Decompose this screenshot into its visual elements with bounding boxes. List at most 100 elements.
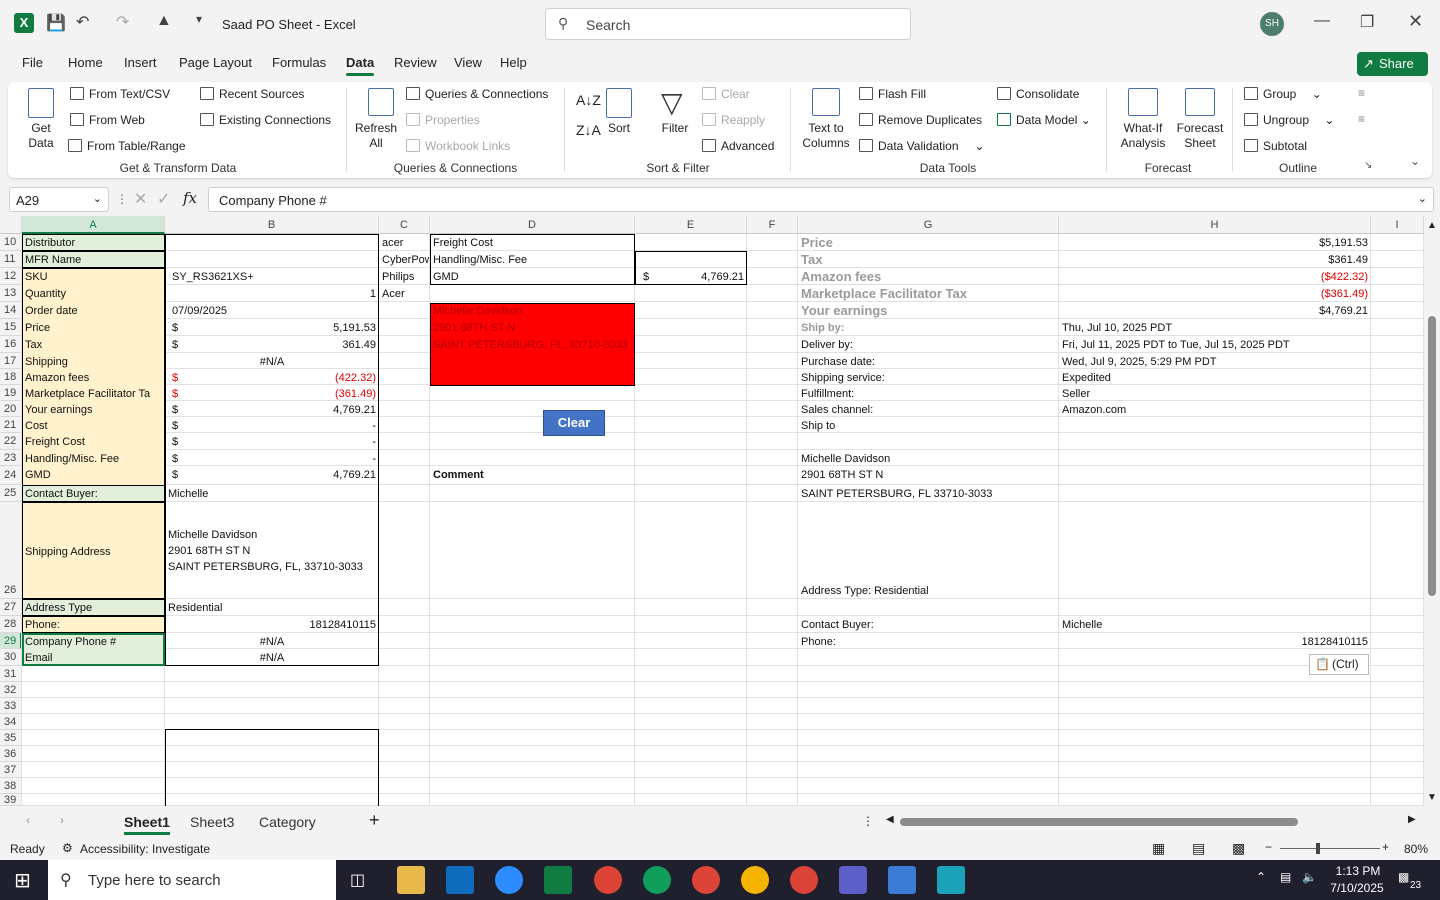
name-box[interactable]: A29 ⌄ (9, 187, 109, 212)
row-header[interactable]: 24 (0, 466, 22, 485)
scroll-down-icon[interactable]: ▼ (1427, 792, 1437, 803)
row-header[interactable]: 39 (0, 794, 22, 806)
from-text-csv-button[interactable]: From Text/CSV (70, 87, 170, 101)
row-header[interactable]: 22 (0, 433, 22, 450)
chrome-icon[interactable] (594, 866, 622, 894)
forecast-sheet-button[interactable]: Forecast Sheet (1176, 121, 1224, 151)
scroll-thumb[interactable] (1428, 316, 1436, 596)
collapse-ribbon-icon[interactable]: ⌄ (1410, 154, 1420, 168)
column-header-a[interactable]: A (22, 216, 165, 234)
what-if-analysis-button[interactable]: What-If Analysis (1116, 121, 1170, 151)
chrome-icon[interactable] (790, 866, 818, 894)
customize-qat-icon[interactable]: ▾ (196, 12, 202, 26)
save-icon[interactable]: 💾 (46, 13, 66, 33)
tab-file[interactable]: File (22, 55, 43, 70)
row-header[interactable]: 11 (0, 251, 22, 268)
search-box[interactable]: ⚲ Search (545, 8, 911, 40)
share-button[interactable]: ↗ Share (1357, 52, 1428, 76)
row-header[interactable]: 34 (0, 714, 22, 730)
row-header[interactable]: 25 (0, 485, 22, 502)
row-header[interactable]: 14 (0, 302, 22, 319)
row-header[interactable]: 17 (0, 353, 22, 369)
more-icon[interactable]: ⋮ (862, 814, 874, 828)
row-header[interactable]: 31 (0, 666, 22, 682)
zoom-in-icon[interactable]: + (1382, 840, 1389, 854)
task-view-icon[interactable]: ◫ (350, 870, 365, 890)
volume-icon[interactable]: 🔈 (1302, 870, 1317, 884)
clear-button[interactable]: Clear (543, 410, 605, 436)
sheet-tab-sheet1[interactable]: Sheet1 (124, 814, 170, 835)
cancel-entry-icon[interactable]: ✕ (134, 189, 147, 209)
chrome-icon[interactable] (643, 866, 671, 894)
data-model-button[interactable]: Data Model ⌄ (997, 113, 1091, 127)
ungroup-button[interactable]: Ungroup ⌄ (1244, 113, 1334, 127)
sheet-tab-category[interactable]: Category (259, 814, 316, 830)
row-header[interactable]: 16 (0, 336, 22, 353)
horizontal-scroll-thumb[interactable] (900, 818, 1298, 826)
file-explorer-icon[interactable] (397, 866, 425, 894)
existing-connections-button[interactable]: Existing Connections (200, 113, 331, 127)
row-header[interactable]: 33 (0, 698, 22, 714)
column-header-b[interactable]: B (165, 216, 379, 234)
chrome-icon[interactable] (741, 866, 769, 894)
data-validation-button[interactable]: Data Validation ⌄ (859, 139, 985, 153)
column-header-d[interactable]: D (430, 216, 635, 234)
normal-view-icon[interactable]: ▦ (1152, 840, 1165, 857)
scroll-right-icon[interactable]: ▶ (1408, 814, 1416, 825)
minimize-icon[interactable]: — (1314, 12, 1330, 30)
subtotal-button[interactable]: Subtotal (1244, 139, 1307, 153)
queries-connections-button[interactable]: Queries & Connections (406, 87, 548, 101)
insert-function-icon[interactable]: fx (183, 189, 197, 207)
tab-view[interactable]: View (454, 55, 482, 70)
reapply-button[interactable]: Reapply (702, 113, 765, 127)
spreadsheet-grid[interactable]: A B C D E F G H I 10 11 12 13 14 15 16 17 18 19 20… (0, 216, 1424, 806)
flash-fill-button[interactable]: Flash Fill (859, 87, 926, 101)
zoom-slider[interactable] (1280, 848, 1380, 849)
tab-insert[interactable]: Insert (124, 55, 157, 70)
formula-input[interactable]: Company Phone # ⌄ (208, 187, 1434, 212)
remove-duplicates-button[interactable]: Remove Duplicates (859, 113, 982, 127)
row-header[interactable]: 28 (0, 616, 22, 633)
row-header[interactable]: 36 (0, 746, 22, 762)
clock-date[interactable]: 7/10/2025 (1326, 881, 1388, 895)
column-header-i[interactable]: I (1371, 216, 1424, 234)
row-header[interactable]: 21 (0, 417, 22, 433)
avatar[interactable]: SH (1260, 12, 1284, 36)
close-icon[interactable]: ✕ (1408, 11, 1423, 32)
advanced-filter-button[interactable]: Advanced (702, 139, 774, 153)
row-header[interactable]: 10 (0, 234, 22, 251)
calculator-icon[interactable] (888, 866, 916, 894)
filter-button[interactable]: Filter (656, 121, 694, 136)
select-all-corner[interactable] (0, 216, 22, 234)
sort-descending-icon[interactable]: Z↓A (576, 122, 601, 138)
row-header[interactable]: 18 (0, 369, 22, 385)
selected-cell-a29[interactable] (22, 633, 165, 666)
row-header[interactable]: 37 (0, 762, 22, 778)
sheet-tab-sheet3[interactable]: Sheet3 (190, 814, 234, 830)
row-header[interactable]: 15 (0, 319, 22, 336)
row-header[interactable]: 26 (0, 502, 22, 599)
tab-data[interactable]: Data (346, 55, 375, 76)
recent-sources-button[interactable]: Recent Sources (200, 87, 304, 101)
column-header-e[interactable]: E (635, 216, 747, 234)
more-options-icon[interactable]: ⋮ (116, 192, 128, 206)
next-sheet-icon[interactable]: › (60, 813, 64, 827)
notification-icon[interactable]: ▩ (1398, 870, 1409, 884)
teams-icon[interactable] (839, 866, 867, 894)
paste-options-button[interactable]: 📋 (Ctrl) (1309, 654, 1369, 675)
chevron-up-icon[interactable]: ⌃ (1256, 870, 1266, 884)
scroll-left-icon[interactable]: ◀ (886, 814, 894, 825)
row-header[interactable]: 35 (0, 730, 22, 746)
group-button[interactable]: Group ⌄ (1244, 87, 1322, 101)
vertical-scrollbar[interactable]: ▲ ▼ (1424, 216, 1440, 806)
row-header[interactable]: 12 (0, 268, 22, 285)
restore-icon[interactable]: ❐ (1360, 12, 1374, 32)
sort-button[interactable]: Sort (602, 121, 636, 136)
add-sheet-icon[interactable]: + (369, 810, 380, 831)
properties-button[interactable]: Properties (406, 113, 480, 127)
zoom-app-icon[interactable] (495, 866, 523, 894)
zoom-slider-thumb[interactable] (1316, 843, 1320, 854)
column-header-h[interactable]: H (1059, 216, 1371, 234)
row-header[interactable]: 27 (0, 599, 22, 616)
zoom-level[interactable]: 80% (1404, 842, 1428, 856)
